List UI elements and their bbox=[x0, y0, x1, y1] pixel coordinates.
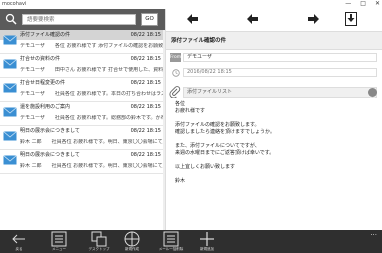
appbar-label: 戻る bbox=[15, 247, 23, 251]
app-bar: 戻る メニュー デスクトップ 新規作成 メール一括削除 新規追加 ... bbox=[0, 230, 382, 253]
mail-item[interactable]: 添付ファイル確認の件 08/22 18:15 デモユーザ 各位 お疲れ様です 添… bbox=[0, 30, 165, 54]
mail-item[interactable]: 明日の展示会につきまして 08/22 18:15 鈴木 二郎 社員各位 お疲れ様… bbox=[0, 126, 165, 150]
subject-row: 添付ファイル確認の件 bbox=[166, 31, 382, 50]
desktop-icon bbox=[91, 231, 107, 247]
mail-list-pane: GO 添付ファイル確認の件 08/22 18:15 デモユーザ 各位 お疲れ様で… bbox=[0, 9, 165, 230]
mail-date: 08/22 18:15 bbox=[130, 32, 161, 38]
mail-preview: 鈴木 二郎 社員各位 お疲れ様です。明日、東京〇〇会場にて展示会が bbox=[20, 139, 163, 145]
reply-icon bbox=[187, 14, 198, 24]
close-button[interactable]: ✕ bbox=[375, 0, 380, 8]
menu-list-icon bbox=[51, 231, 67, 247]
from-value: デモユーザ bbox=[183, 53, 377, 62]
more-options-button[interactable]: ... bbox=[370, 230, 377, 237]
mail-list: 添付ファイル確認の件 08/22 18:15 デモユーザ 各位 お疲れ様です 添… bbox=[0, 30, 165, 174]
mail-preview: 鈴木 二郎 社員各位 お疲れ様です。明日、東京〇〇会場にて展示会が bbox=[20, 163, 163, 169]
app-title: mocohavi bbox=[2, 1, 27, 7]
new-mail-button[interactable]: 新規作成 bbox=[115, 230, 149, 253]
forward-button[interactable] bbox=[304, 11, 322, 27]
back-button[interactable]: 戻る bbox=[2, 230, 36, 253]
mail-date: 08/22 18:15 bbox=[130, 80, 161, 86]
mail-item[interactable]: 明日の展示会につきまして 08/22 18:15 鈴木 二郎 社員各位 お疲れ様… bbox=[0, 150, 165, 174]
mail-subject: 添付ファイル確認の件 bbox=[20, 32, 71, 38]
date-row: 2016/08/22 18:15 bbox=[166, 66, 382, 80]
attachment-row[interactable]: 添付ファイルリスト bbox=[166, 84, 382, 101]
clock-icon bbox=[172, 69, 180, 77]
mail-preview: デモユーザ 社員各位 お疲れ様です。本日の打ち合わせはラスクさせて bbox=[20, 91, 163, 97]
mail-item[interactable]: 打合せの資料の件 08/22 18:15 デモユーザ 田中さん お疲れ様です 打… bbox=[0, 54, 165, 78]
mail-preview: デモユーザ 社員各位 お疲れ様です。総務部の鈴木です。かねて社事 bbox=[20, 115, 163, 121]
appbar-label: 新規追加 bbox=[200, 247, 214, 251]
maximize-button[interactable]: □ bbox=[360, 0, 366, 8]
mail-preview: デモユーザ 田中さん お疲れ様です 打合せで使用した、資料をお送 bbox=[20, 67, 163, 73]
date-value: 2016/08/22 18:15 bbox=[183, 68, 377, 77]
mail-date: 08/22 18:15 bbox=[130, 56, 161, 62]
paperclip-icon bbox=[169, 86, 181, 98]
envelope-icon bbox=[3, 131, 17, 141]
envelope-icon bbox=[3, 155, 17, 165]
menu-button[interactable]: メニュー bbox=[42, 230, 76, 253]
go-button[interactable]: GO bbox=[141, 13, 158, 26]
attachment-list-label: 添付ファイルリスト bbox=[183, 87, 377, 98]
mail-preview: デモユーザ 各位 お疲れ様です 添付ファイルの確認をお願致します。確認 bbox=[20, 43, 163, 49]
envelope-icon bbox=[3, 59, 17, 69]
add-button[interactable]: 新規追加 bbox=[190, 230, 224, 253]
reply-all-icon bbox=[247, 14, 258, 24]
title-bar: mocohavi — □ ✕ bbox=[0, 0, 382, 9]
mail-subject: 明日の展示会につきまして bbox=[20, 128, 80, 134]
bulk-delete-button[interactable]: メール一括削除 bbox=[154, 230, 188, 253]
new-mail-icon bbox=[124, 231, 140, 247]
back-arrow-icon bbox=[12, 234, 25, 244]
mail-subject: 打合せの資料の件 bbox=[20, 56, 61, 62]
mail-subject: 還を施設利用のご案内 bbox=[20, 104, 71, 110]
mail-subject: 打合せ日程変更の件 bbox=[20, 80, 66, 86]
minimize-button[interactable]: — bbox=[345, 0, 351, 8]
appbar-label: 新規作成 bbox=[125, 247, 139, 251]
mail-item[interactable]: 還を施設利用のご案内 08/22 18:15 デモユーザ 社員各位 お疲れ様です… bbox=[0, 102, 165, 126]
search-icon[interactable] bbox=[5, 13, 17, 25]
reply-all-button[interactable] bbox=[244, 11, 262, 27]
desktop-button[interactable]: デスクトップ bbox=[82, 230, 116, 253]
mail-detail-pane: 添付ファイル確認の件 From デモユーザ 2016/08/22 18:15 添… bbox=[165, 9, 382, 230]
mail-date: 08/22 18:15 bbox=[130, 152, 161, 158]
mail-item[interactable]: 打合せ日程変更の件 08/22 18:15 デモユーザ 社員各位 お疲れ様です。… bbox=[0, 78, 165, 102]
appbar-label: メール一括削除 bbox=[158, 247, 184, 251]
bulk-delete-icon bbox=[163, 231, 179, 247]
search-bar: GO bbox=[0, 9, 165, 30]
envelope-icon bbox=[3, 83, 17, 93]
appbar-label: デスクトップ bbox=[88, 247, 110, 251]
envelope-icon bbox=[3, 35, 17, 45]
mail-subject-title: 添付ファイル確認の件 bbox=[171, 38, 227, 44]
mail-date: 08/22 18:15 bbox=[130, 104, 161, 110]
from-badge: From bbox=[170, 53, 182, 62]
detail-toolbar bbox=[166, 9, 382, 31]
mail-subject: 明日の展示会につきまして bbox=[20, 152, 80, 158]
appbar-label: メニュー bbox=[52, 247, 66, 251]
download-icon bbox=[345, 12, 357, 26]
mail-body: 各位 お疲れ様です 添付ファイルの確認をお願致します。 確認しましたら連絡を頂け… bbox=[175, 101, 275, 184]
reply-button[interactable] bbox=[184, 11, 202, 27]
add-icon bbox=[200, 232, 214, 246]
window-controls: — □ ✕ bbox=[345, 0, 380, 8]
download-button[interactable] bbox=[342, 11, 360, 27]
forward-icon bbox=[308, 14, 319, 24]
search-input[interactable] bbox=[22, 14, 136, 25]
mail-date: 08/22 18:15 bbox=[130, 128, 161, 134]
envelope-icon bbox=[3, 107, 17, 117]
chevron-down-icon[interactable] bbox=[368, 88, 377, 101]
from-row: From デモユーザ bbox=[166, 50, 382, 65]
